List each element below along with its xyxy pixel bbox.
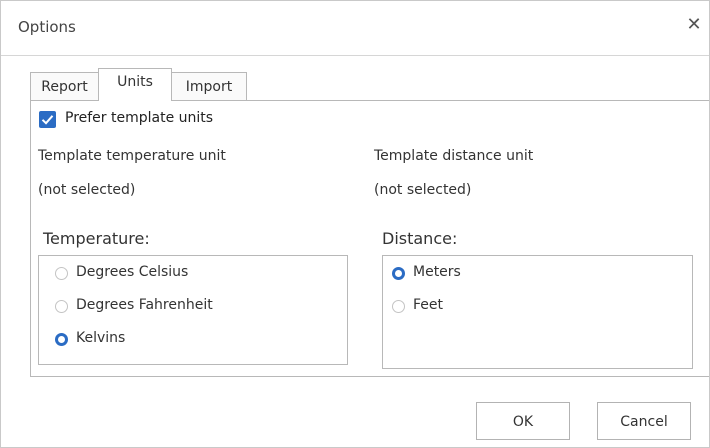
tab-report[interactable]: Report: [30, 72, 99, 100]
cancel-button[interactable]: Cancel: [597, 402, 691, 440]
prefer-template-units-label: Prefer template units: [65, 110, 214, 126]
title-bar: Options ✕: [1, 1, 709, 56]
tab-units[interactable]: Units: [98, 68, 172, 101]
close-icon[interactable]: ✕: [685, 16, 703, 34]
radio-button-off: [55, 300, 68, 313]
template-distance-unit-value: (not selected): [374, 182, 472, 198]
radio-label: Feet: [413, 297, 444, 313]
prefer-template-units-checkbox[interactable]: [39, 111, 56, 128]
template-distance-unit-label: Template distance unit: [374, 148, 534, 164]
dialog-title: Options: [18, 18, 76, 36]
checkmark-icon: [41, 115, 54, 125]
ok-button[interactable]: OK: [476, 402, 570, 440]
radio-button-off: [55, 267, 68, 280]
template-temperature-unit-value: (not selected): [38, 182, 136, 198]
tab-label: Report: [41, 79, 88, 95]
radio-button-off: [392, 300, 405, 313]
radio-label: Meters: [413, 264, 461, 280]
tab-label: Units: [117, 74, 153, 90]
radio-label: Degrees Fahrenheit: [76, 297, 213, 313]
radio-button-on: [55, 333, 68, 346]
tab-import[interactable]: Import: [171, 72, 247, 100]
template-temperature-unit-label: Template temperature unit: [38, 148, 226, 164]
temperature-group-title: Temperature:: [43, 229, 150, 248]
radio-label: Kelvins: [76, 330, 126, 346]
radio-label: Degrees Celsius: [76, 264, 189, 280]
radio-button-on: [392, 267, 405, 280]
tab-label: Import: [185, 79, 233, 95]
options-dialog: Options ✕ Report Units Import Prefer tem…: [0, 0, 710, 448]
distance-group-title: Distance:: [382, 229, 458, 248]
